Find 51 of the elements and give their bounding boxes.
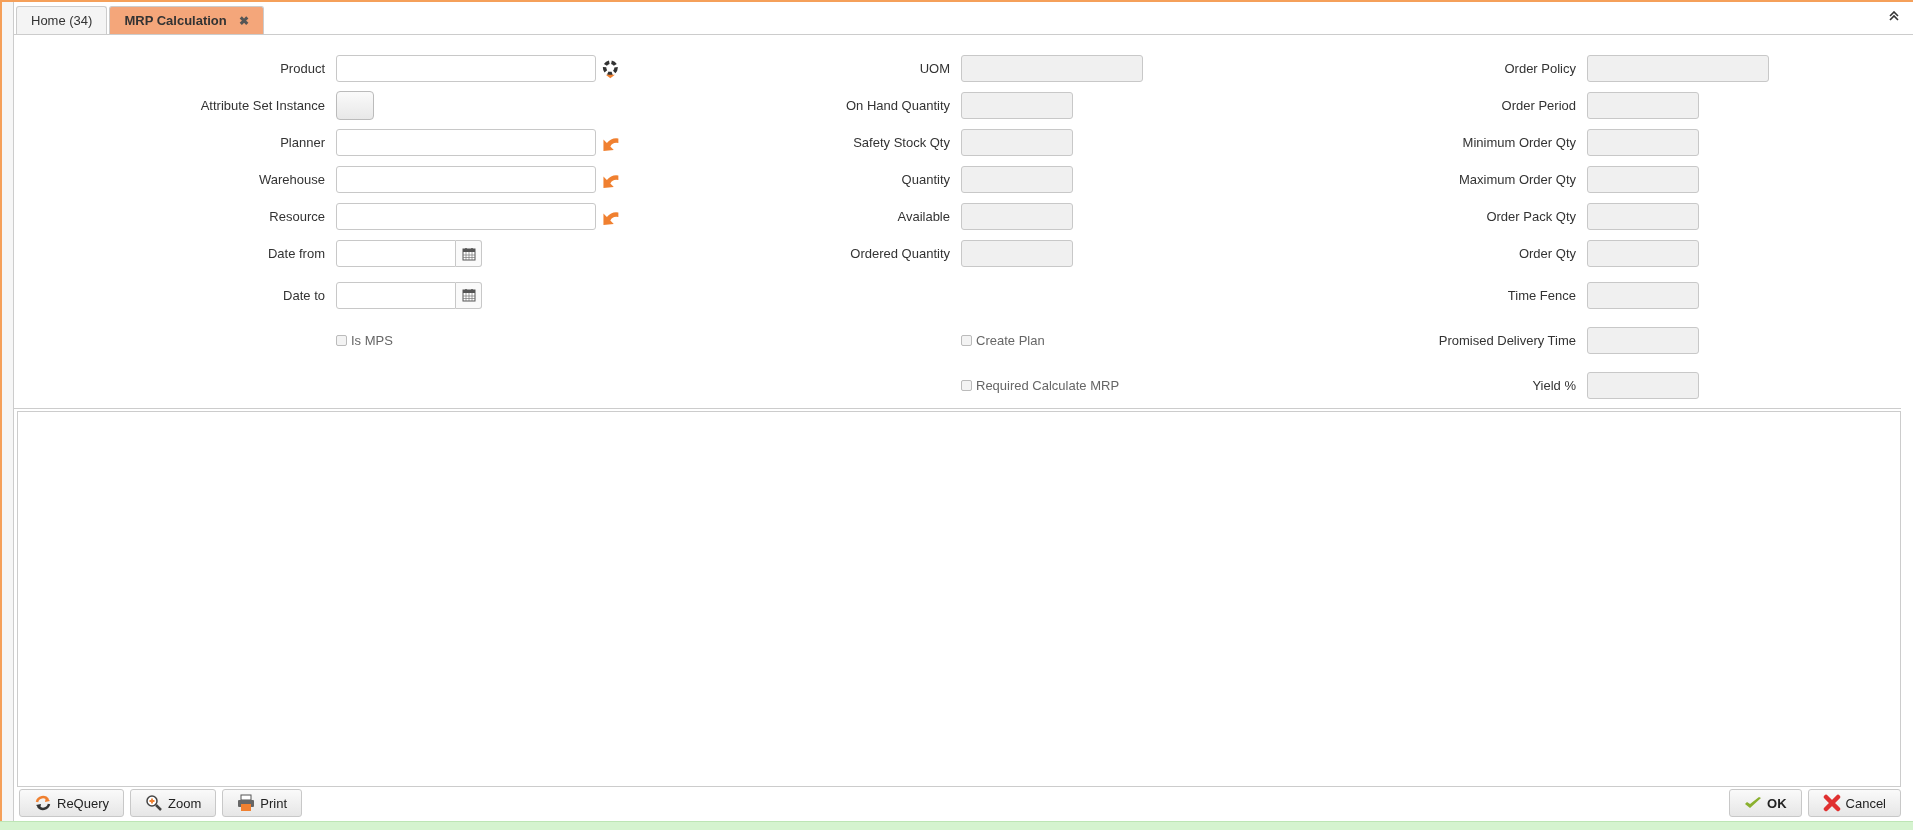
field-label: Safety Stock Qty: [853, 135, 951, 150]
search-field[interactable]: [336, 203, 597, 230]
field-label: Minimum Order Qty: [1462, 135, 1577, 150]
tab[interactable]: MRP Calculation ✖: [109, 6, 264, 34]
field-label: Quantity: [901, 172, 951, 187]
checkbox-label: Create Plan: [976, 333, 1045, 348]
refresh-icon: [34, 794, 52, 812]
field-label: Attribute Set Instance: [200, 98, 326, 113]
field-label: Product: [280, 61, 326, 76]
field-label: Order Qty: [1518, 246, 1577, 261]
tab[interactable]: Home (34): [16, 6, 108, 34]
collapse-icon[interactable]: [1889, 11, 1899, 21]
field-label: Ordered Quantity: [850, 246, 951, 261]
field-label: UOM: [919, 61, 951, 76]
side-splitter[interactable]: [0, 2, 14, 821]
calendar-icon: [461, 246, 476, 261]
calendar-button[interactable]: [456, 281, 482, 309]
field-label: Warehouse: [259, 172, 326, 187]
ok-button[interactable]: OK: [1729, 789, 1802, 817]
field-label: Promised Delivery Time: [1438, 333, 1577, 348]
field-label: Resource: [269, 209, 326, 224]
close-icon[interactable]: ✖: [238, 13, 249, 28]
print-button[interactable]: Print: [222, 789, 302, 817]
x-icon: [1822, 794, 1841, 812]
check-icon: [1744, 795, 1763, 811]
search-field[interactable]: [336, 166, 597, 193]
field-label: Date to: [283, 287, 326, 303]
field-label: Time Fence: [1507, 287, 1577, 303]
checkbox-label: Is MPS: [351, 333, 393, 348]
field-label: Date from: [267, 246, 326, 261]
field-label: Order Period: [1501, 98, 1577, 113]
field-label: Maximum Order Qty: [1459, 172, 1577, 187]
zoom-in-icon: [145, 794, 164, 812]
field-label: Planner: [280, 135, 326, 150]
field-label: Order Policy: [1504, 61, 1577, 76]
date-field[interactable]: [336, 281, 456, 309]
field-label: Order Pack Qty: [1486, 209, 1577, 224]
requery-button[interactable]: ReQuery: [19, 789, 125, 817]
field-label: Available: [897, 209, 951, 224]
cancel-button[interactable]: Cancel: [1807, 789, 1901, 817]
attribute-button[interactable]: [336, 91, 374, 120]
date-field[interactable]: [336, 240, 456, 267]
field-label: On Hand Quantity: [845, 98, 951, 113]
field-label: Yield %: [1532, 378, 1577, 393]
product-field[interactable]: [336, 55, 597, 82]
printer-icon: [237, 794, 256, 812]
calendar-icon: [461, 288, 476, 302]
checkbox-label: Required Calculate MRP: [976, 378, 1120, 393]
search-field[interactable]: [336, 129, 597, 156]
zoom-button[interactable]: Zoom: [130, 789, 217, 817]
calendar-button[interactable]: [456, 240, 482, 267]
